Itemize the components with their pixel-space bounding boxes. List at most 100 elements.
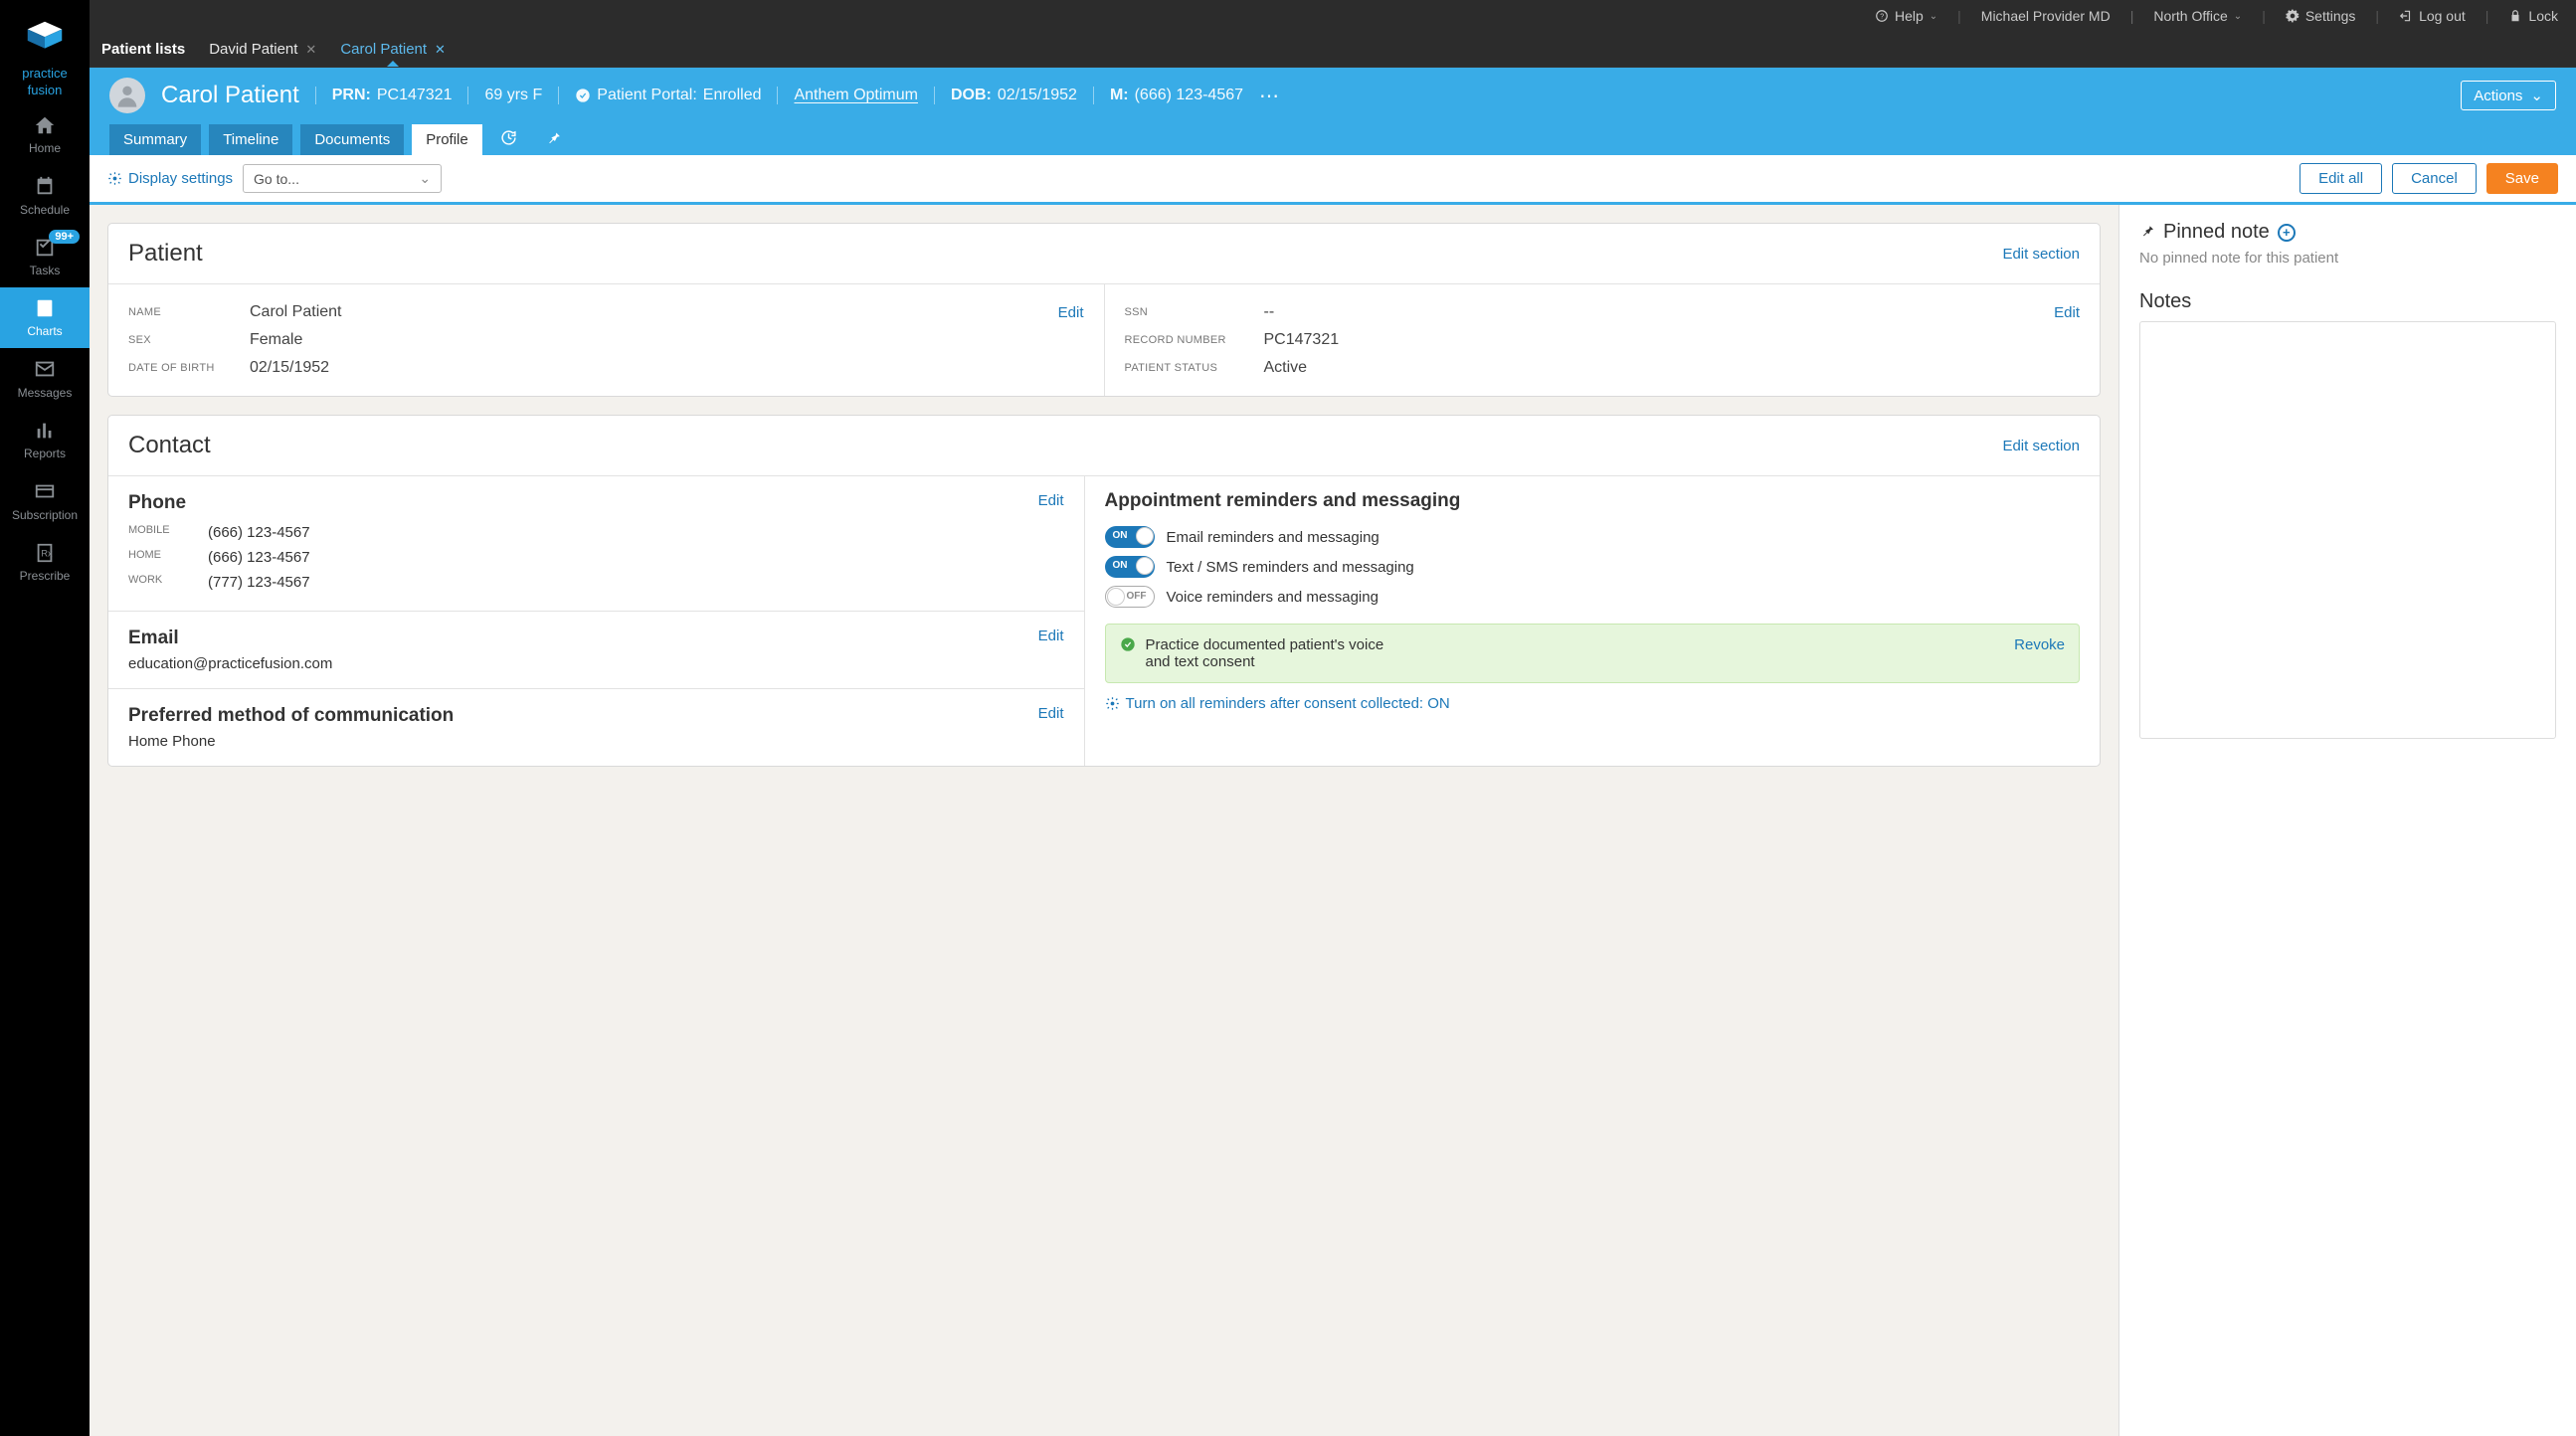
chevron-down-icon: ⌄ (1930, 11, 1937, 22)
phone-mobile: (666) 123-4567 (208, 524, 310, 541)
tab-carol-patient[interactable]: Carol Patient ✕ (340, 41, 446, 58)
calendar-icon (4, 175, 86, 198)
more-icon[interactable]: ⋯ (1259, 84, 1279, 108)
patient-age-sex: 69 yrs F (484, 87, 542, 104)
edit-phone[interactable]: Edit (1038, 492, 1064, 509)
profile-toolbar: Display settings Go to... ⌄ Edit all Can… (90, 155, 2576, 205)
notes-box[interactable] (2139, 321, 2556, 739)
avatar (109, 78, 145, 113)
check-circle-icon (1120, 636, 1136, 655)
content: Patient Edit section NAME Carol Patient … (90, 205, 2576, 1436)
phone-home: (666) 123-4567 (208, 549, 310, 566)
nav-subscription[interactable]: Subscription (0, 470, 90, 531)
edit-all-button[interactable]: Edit all (2300, 163, 2382, 194)
field-dob: 02/15/1952 (250, 359, 1084, 377)
nav-prescribe[interactable]: Rx Prescribe (0, 532, 90, 593)
gear-icon (2286, 9, 2300, 23)
toggle-email-label: Email reminders and messaging (1167, 529, 1380, 546)
history-icon[interactable] (490, 123, 527, 155)
display-settings-link[interactable]: Display settings (107, 170, 233, 187)
ptab-profile[interactable]: Profile (412, 124, 482, 155)
pin-icon[interactable] (535, 123, 572, 155)
svg-text:?: ? (1880, 13, 1884, 20)
chevron-down-icon: ⌄ (2530, 87, 2543, 104)
cancel-button[interactable]: Cancel (2392, 163, 2477, 194)
topbar: ? Help ⌄ | Michael Provider MD | North O… (90, 0, 2576, 32)
nav-charts[interactable]: Charts (0, 287, 90, 348)
logout-icon (2399, 9, 2413, 23)
reminders-after-consent-link[interactable]: Turn on all reminders after consent coll… (1105, 695, 1450, 712)
field-name: Carol Patient (250, 303, 1058, 321)
toggle-voice-reminders[interactable]: OFF (1105, 586, 1155, 608)
bars-icon (4, 420, 86, 443)
logo-text-2: fusion (0, 84, 90, 98)
patient-portal: Patient Portal: Enrolled (575, 87, 761, 104)
patient-card: Patient Edit section NAME Carol Patient … (107, 223, 2101, 397)
nav-home[interactable]: Home (0, 104, 90, 165)
email-value: education@practicefusion.com (128, 655, 1064, 672)
logout-link[interactable]: Log out (2399, 8, 2466, 24)
consent-banner: Practice documented patient's voice and … (1105, 624, 2081, 683)
tasks-badge: 99+ (49, 230, 80, 244)
ptab-summary[interactable]: Summary (109, 124, 201, 155)
patient-edit-section[interactable]: Edit section (2002, 246, 2080, 263)
settings-link[interactable]: Settings (2286, 8, 2356, 24)
lock-link[interactable]: Lock (2508, 8, 2558, 24)
edit-ssn[interactable]: Edit (2054, 304, 2080, 321)
pref-heading: Preferred method of communication (128, 705, 454, 727)
gear-icon (107, 171, 122, 186)
nav-messages[interactable]: Messages (0, 348, 90, 409)
edit-email[interactable]: Edit (1038, 628, 1064, 644)
close-icon[interactable]: ✕ (435, 42, 446, 58)
tab-david-patient[interactable]: David Patient ✕ (209, 41, 316, 58)
toggle-text-reminders[interactable]: ON (1105, 556, 1155, 578)
reminders-heading: Appointment reminders and messaging (1105, 490, 2081, 512)
close-icon[interactable]: ✕ (305, 42, 316, 58)
chevron-down-icon: ⌄ (419, 170, 431, 187)
patient-header: Carol Patient PRN: PC147321 69 yrs F Pat… (90, 68, 2576, 155)
add-pinned-note-button[interactable]: + (2278, 224, 2296, 242)
sidebar: practice fusion Home Schedule 99+ Tasks (0, 0, 90, 1436)
svg-text:Rx: Rx (41, 548, 53, 558)
patient-insurance-link[interactable]: Anthem Optimum (794, 87, 917, 104)
contact-card: Contact Edit section Phone Edit M (107, 415, 2101, 767)
patient-card-title: Patient (128, 240, 203, 268)
tab-patient-lists[interactable]: Patient lists (101, 41, 185, 58)
nav-tasks[interactable]: 99+ Tasks (0, 227, 90, 287)
toggle-text-label: Text / SMS reminders and messaging (1167, 559, 1414, 576)
toggle-email-reminders[interactable]: ON (1105, 526, 1155, 548)
gear-icon (1105, 696, 1120, 711)
consent-text: Practice documented patient's voice and … (1146, 636, 1384, 670)
office-menu[interactable]: North Office ⌄ (2153, 8, 2242, 24)
pref-value: Home Phone (128, 733, 1064, 750)
patient-prn: PRN: PC147321 (332, 87, 453, 104)
help-link[interactable]: ? Help ⌄ (1875, 8, 1937, 24)
ptab-documents[interactable]: Documents (300, 124, 404, 155)
ptab-timeline[interactable]: Timeline (209, 124, 292, 155)
actions-dropdown[interactable]: Actions ⌄ (2461, 81, 2556, 110)
phone-heading: Phone (128, 492, 186, 514)
card-icon (4, 480, 86, 503)
revoke-link[interactable]: Revoke (2014, 636, 2065, 653)
contact-edit-section[interactable]: Edit section (2002, 438, 2080, 454)
user-menu[interactable]: Michael Provider MD (1981, 8, 2111, 24)
right-panel: Pinned note + No pinned note for this pa… (2118, 205, 2576, 1436)
edit-name[interactable]: Edit (1058, 304, 1084, 321)
save-button[interactable]: Save (2486, 163, 2558, 194)
patient-tabs-row: Patient lists David Patient ✕ Carol Pati… (90, 32, 2576, 68)
profile-scroll[interactable]: Patient Edit section NAME Carol Patient … (90, 205, 2118, 1436)
lock-icon (2508, 9, 2522, 23)
notes-heading: Notes (2139, 290, 2556, 313)
nav-reports[interactable]: Reports (0, 410, 90, 470)
goto-dropdown[interactable]: Go to... ⌄ (243, 164, 442, 193)
email-heading: Email (128, 628, 179, 649)
pin-icon (2139, 223, 2155, 242)
nav-schedule[interactable]: Schedule (0, 165, 90, 226)
edit-pref[interactable]: Edit (1038, 705, 1064, 722)
home-icon (4, 114, 86, 137)
phone-work: (777) 123-4567 (208, 574, 310, 591)
logo-text-1: practice (0, 67, 90, 82)
help-icon: ? (1875, 9, 1889, 23)
field-sex: Female (250, 331, 1084, 349)
check-circle-icon (575, 88, 591, 103)
